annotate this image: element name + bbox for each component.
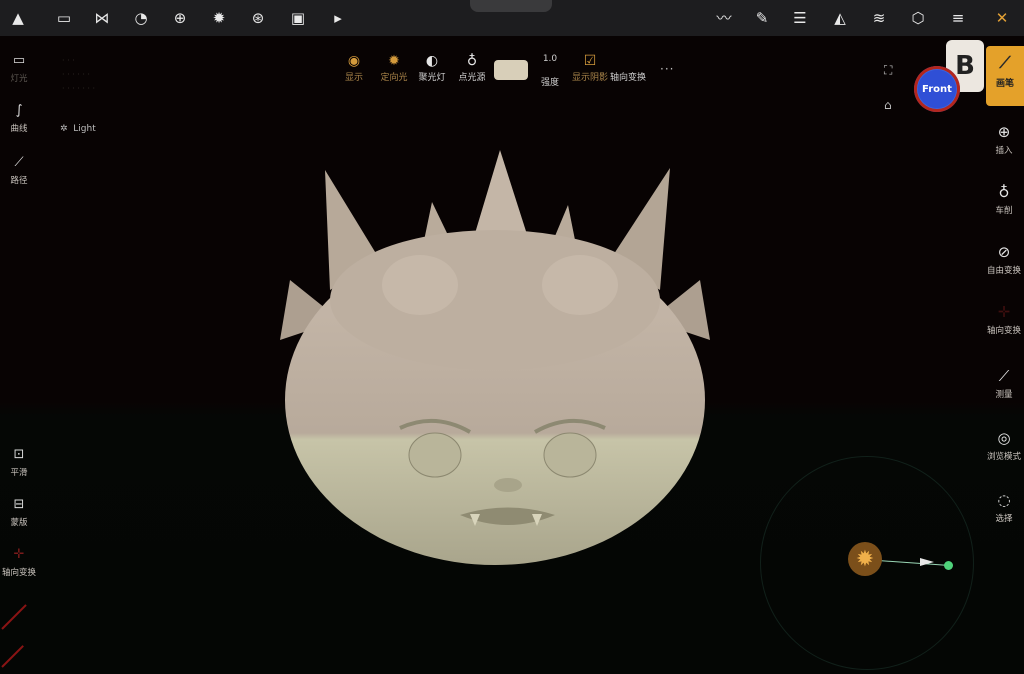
- left-tool-path[interactable]: ⟋ 路径: [4, 152, 34, 186]
- fullscreen-icon[interactable]: ⛶: [884, 63, 892, 78]
- orientation-cube[interactable]: Front: [914, 66, 960, 112]
- axis-transform-button[interactable]: 轴向变换: [598, 52, 658, 83]
- gizmo-icon: ✛: [13, 547, 25, 562]
- right-tool-select[interactable]: ◌ 选择: [978, 488, 1024, 524]
- primitive-icon[interactable]: ◔: [131, 8, 151, 28]
- camera-icon: ▭: [12, 53, 26, 68]
- ruler-icon: ⟋: [998, 367, 1010, 385]
- scene-light-item[interactable]: ✲ Light: [60, 124, 96, 134]
- light-direction-arrow: [920, 558, 934, 566]
- bulb-icon: ♁: [466, 53, 478, 69]
- intensity-control[interactable]: 1.0 强度: [538, 54, 562, 88]
- right-tool-measure[interactable]: ⟋ 测量: [978, 364, 1024, 400]
- nose: [494, 478, 522, 492]
- eye-right: [543, 432, 597, 478]
- top-toolbar: ▲ ▭ ⋈ ◔ ⊕ ✹ ⊛ ▣ ▸ 〰 ✎ ☰ ◭ ≋ ⬡ ≡ ✕: [0, 0, 1024, 36]
- right-tool-insert[interactable]: ⊕ 插入: [978, 120, 1024, 156]
- hair-curl: [542, 255, 618, 315]
- camera-mode-icon: ◎: [997, 429, 1011, 447]
- select-icon: ◌: [997, 491, 1011, 509]
- sun-icon[interactable]: ✹: [209, 8, 229, 28]
- right-tool-free-transform[interactable]: ⊘ 自由变换: [978, 240, 1024, 276]
- more-options-icon[interactable]: ···: [660, 62, 674, 76]
- menu-icon[interactable]: ☰: [790, 8, 810, 28]
- left-tool-axis-transform[interactable]: ✛ 轴向变换: [0, 544, 40, 578]
- sliders-icon[interactable]: ≡: [948, 8, 968, 28]
- settings-hex-icon[interactable]: ⬡: [908, 8, 928, 28]
- light-color-swatch[interactable]: [494, 60, 528, 80]
- right-tool-lathe[interactable]: ♁ 车削: [978, 180, 1024, 216]
- mask-icon: ⊟: [13, 497, 25, 512]
- aperture-icon[interactable]: ⊛: [248, 8, 268, 28]
- image-icon[interactable]: ▣: [288, 8, 308, 28]
- tools-icon[interactable]: ✕: [992, 8, 1012, 28]
- right-tool-axis-transform[interactable]: ✛ 轴向变换: [978, 300, 1024, 336]
- scene-info-line: · · ·: [62, 56, 75, 65]
- light-sun-handle[interactable]: ✹: [848, 542, 882, 576]
- left-tool-light[interactable]: ▭ 灯光: [4, 50, 34, 84]
- scene-info-line: · · · · · · ·: [62, 84, 96, 93]
- eye-left: [408, 432, 462, 478]
- stroke-icon[interactable]: 〰: [714, 8, 734, 28]
- sun-icon: ✹: [855, 546, 875, 572]
- right-tool-browse-mode[interactable]: ◎ 浏览模式: [978, 426, 1024, 462]
- left-tool-mask[interactable]: ⊟ 蒙版: [4, 494, 34, 528]
- layers-icon[interactable]: ≋: [869, 8, 889, 28]
- light-gear-icon: ✲: [60, 124, 68, 134]
- folder-icon[interactable]: ▭: [54, 8, 74, 28]
- symmetry-icon[interactable]: ◭: [830, 8, 850, 28]
- point-light-button[interactable]: ♁ 点光源: [442, 52, 502, 83]
- hair-curl: [382, 255, 458, 315]
- axis-gizmo-icon: ✛: [997, 303, 1011, 321]
- brush-icon[interactable]: ✎: [752, 8, 772, 28]
- scene-info-line: · · · · · ·: [62, 70, 90, 79]
- free-transform-icon: ⊘: [997, 243, 1011, 261]
- insert-icon: ⊕: [997, 123, 1011, 141]
- active-tool-brush[interactable]: ⟋ 画笔: [986, 46, 1024, 106]
- sculpt-model: [280, 150, 710, 565]
- lathe-icon: ♁: [998, 183, 1010, 201]
- smooth-icon: ⊡: [13, 447, 25, 462]
- window-notch: [470, 0, 552, 12]
- left-tool-curve[interactable]: ∫ 曲线: [4, 100, 34, 134]
- curve-icon: ∫: [15, 103, 23, 118]
- left-tool-smooth[interactable]: ⊡ 平滑: [4, 444, 34, 478]
- logo-icon[interactable]: ▲: [8, 8, 28, 28]
- brush-tool-icon: ⟋: [999, 53, 1011, 72]
- share-icon[interactable]: ⋈: [92, 8, 112, 28]
- path-icon: ⟋: [14, 155, 24, 170]
- light-direction-handle[interactable]: [944, 561, 953, 570]
- home-icon[interactable]: ⌂: [884, 98, 892, 112]
- grid-sphere-icon[interactable]: ⊕: [170, 8, 190, 28]
- video-icon[interactable]: ▸: [328, 8, 348, 28]
